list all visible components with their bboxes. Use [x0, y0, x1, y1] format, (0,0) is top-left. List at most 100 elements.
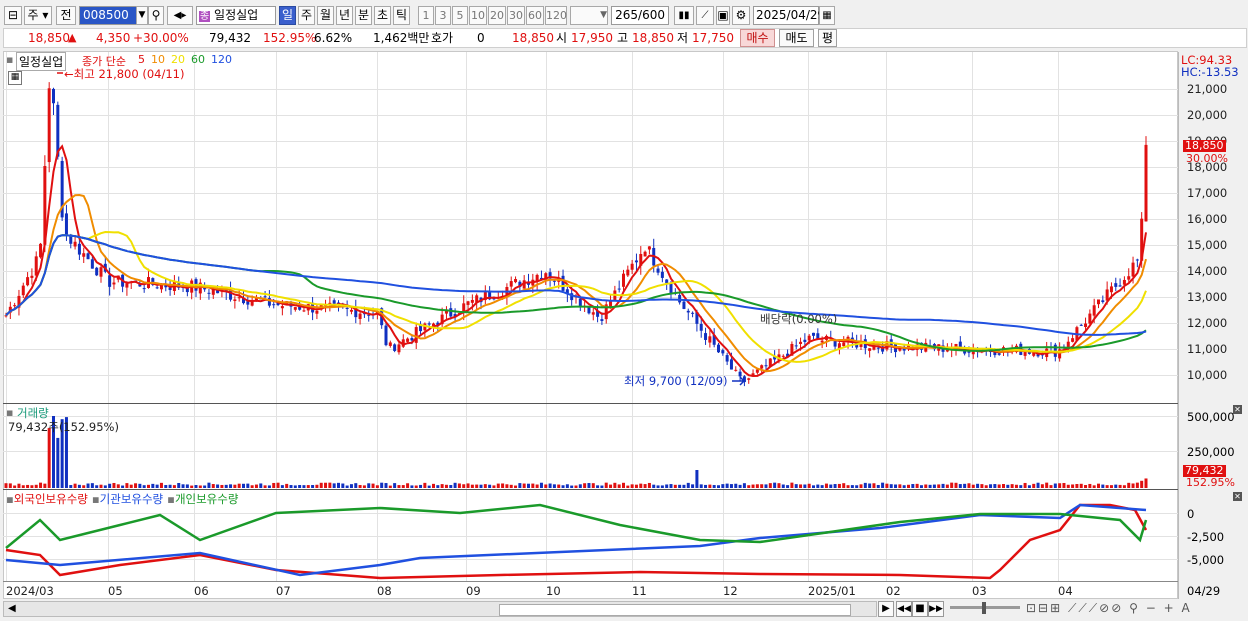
candles: [4, 82, 1148, 387]
candle-body: [1105, 289, 1109, 301]
volume-bar: [1071, 484, 1075, 488]
volume-bar: [967, 483, 971, 488]
volume-bar: [902, 485, 906, 488]
volume-bar: [43, 483, 47, 488]
volume-bar: [656, 485, 660, 488]
scroll-left-icon[interactable]: ◀: [8, 603, 16, 614]
volume-bar: [587, 483, 591, 488]
volume-bar: [185, 484, 189, 488]
candle-body: [803, 339, 807, 342]
volume-bar: [289, 485, 293, 488]
volume-bar: [13, 485, 17, 488]
x-label-8: 12: [723, 584, 738, 598]
volume-bar: [1006, 484, 1010, 488]
volume-bar: [401, 485, 405, 488]
candle-body: [1144, 144, 1148, 222]
x-label-6: 10: [546, 584, 561, 598]
volume-bar: [557, 484, 561, 488]
candle-body: [293, 307, 297, 310]
volume-bar: [1002, 484, 1005, 488]
zoom-slider-handle[interactable]: [982, 602, 986, 614]
candle-body: [725, 355, 729, 362]
drawing-tools[interactable]: ⊡⊟⊞ ⟋⟋⟋⊘⊘ ⚲ − + A: [1026, 601, 1192, 616]
ma-legend: 5 10 20 60 120: [138, 53, 238, 66]
candle-body: [1092, 305, 1096, 316]
candle-body: [263, 296, 267, 298]
volume-bar: [440, 484, 444, 488]
volume-bar: [531, 483, 535, 488]
volume-bar: [1135, 482, 1139, 488]
candle-body: [99, 267, 103, 277]
volume-bar: [1084, 485, 1088, 488]
volume-bar: [1075, 484, 1079, 488]
volume-bar: [855, 485, 859, 488]
candle-body: [717, 344, 720, 353]
x-label-4: 08: [377, 584, 392, 598]
volume-bar: [194, 485, 198, 488]
volume-bar: [470, 484, 474, 488]
candle-body: [466, 301, 470, 305]
candle-body: [207, 292, 211, 294]
candle-body: [1023, 351, 1027, 356]
volume-bar: [751, 484, 755, 488]
table-icon[interactable]: ▦: [8, 71, 22, 85]
volume-bar: [142, 485, 146, 488]
volume-bar: [673, 484, 677, 488]
volume-bar: [786, 485, 790, 488]
volume-bar: [742, 483, 746, 488]
close-volume-icon[interactable]: ✕: [1233, 405, 1242, 414]
horizontal-scrollbar[interactable]: ◀: [3, 601, 877, 617]
candle-body: [734, 369, 738, 371]
candle-body: [704, 333, 708, 340]
volume-bar: [77, 484, 81, 488]
rewind-icon[interactable]: ◀◀: [896, 601, 912, 617]
volume-bar: [1109, 485, 1113, 488]
volume-bar: [976, 483, 980, 488]
volume-bar: [324, 482, 328, 488]
candle-body: [64, 213, 68, 235]
volume-bar: [444, 484, 448, 488]
volume-bar: [134, 483, 138, 488]
scroll-thumb[interactable]: [499, 604, 851, 616]
ma-line-10: [5, 193, 1147, 373]
volume-bar: [159, 482, 163, 488]
candle-body: [142, 288, 146, 290]
volume-bar: [755, 484, 759, 488]
candle-body: [332, 300, 336, 304]
panel-toggle-icon[interactable]: ▪: [6, 53, 13, 66]
volume-bar: [263, 485, 267, 488]
volume-bar: [1032, 483, 1036, 488]
volume-bar: [259, 483, 263, 488]
volume-bar: [574, 485, 578, 488]
volume-bar: [349, 484, 353, 488]
x-label-11: 03: [972, 584, 987, 598]
candle-body: [708, 336, 712, 343]
price-panel-title[interactable]: 일정실업: [16, 52, 67, 71]
volume-bar: [95, 485, 99, 488]
volume-bar: [103, 485, 107, 488]
volume-bar: [647, 482, 651, 488]
candle-body: [686, 310, 690, 313]
scroll-right-icon[interactable]: ▶: [878, 601, 894, 617]
fast-forward-icon[interactable]: ▶▶: [928, 601, 944, 617]
volume-bar: [747, 485, 751, 488]
volume-bar: [4, 483, 8, 488]
volume-bar: [276, 482, 280, 488]
volume-bar: [410, 485, 414, 488]
volume-bar: [453, 482, 457, 488]
volume-bar: [1079, 483, 1083, 488]
stop-icon[interactable]: ■: [912, 601, 928, 617]
legend-dot-icon: ▪: [167, 492, 175, 506]
close-holding-icon[interactable]: ✕: [1233, 492, 1242, 501]
volume-toggle-icon[interactable]: ▪: [6, 406, 13, 419]
volume-bar: [1019, 485, 1023, 488]
volume-bar: [129, 484, 133, 488]
volume-bar: [358, 485, 362, 488]
volume-bar: [829, 484, 833, 488]
volume-bar: [639, 483, 643, 488]
volume-bar: [1053, 483, 1057, 488]
volume-bar: [613, 482, 617, 488]
volume-bar: [121, 485, 125, 488]
volume-bar: [596, 485, 600, 488]
volume-bar: [660, 485, 664, 488]
